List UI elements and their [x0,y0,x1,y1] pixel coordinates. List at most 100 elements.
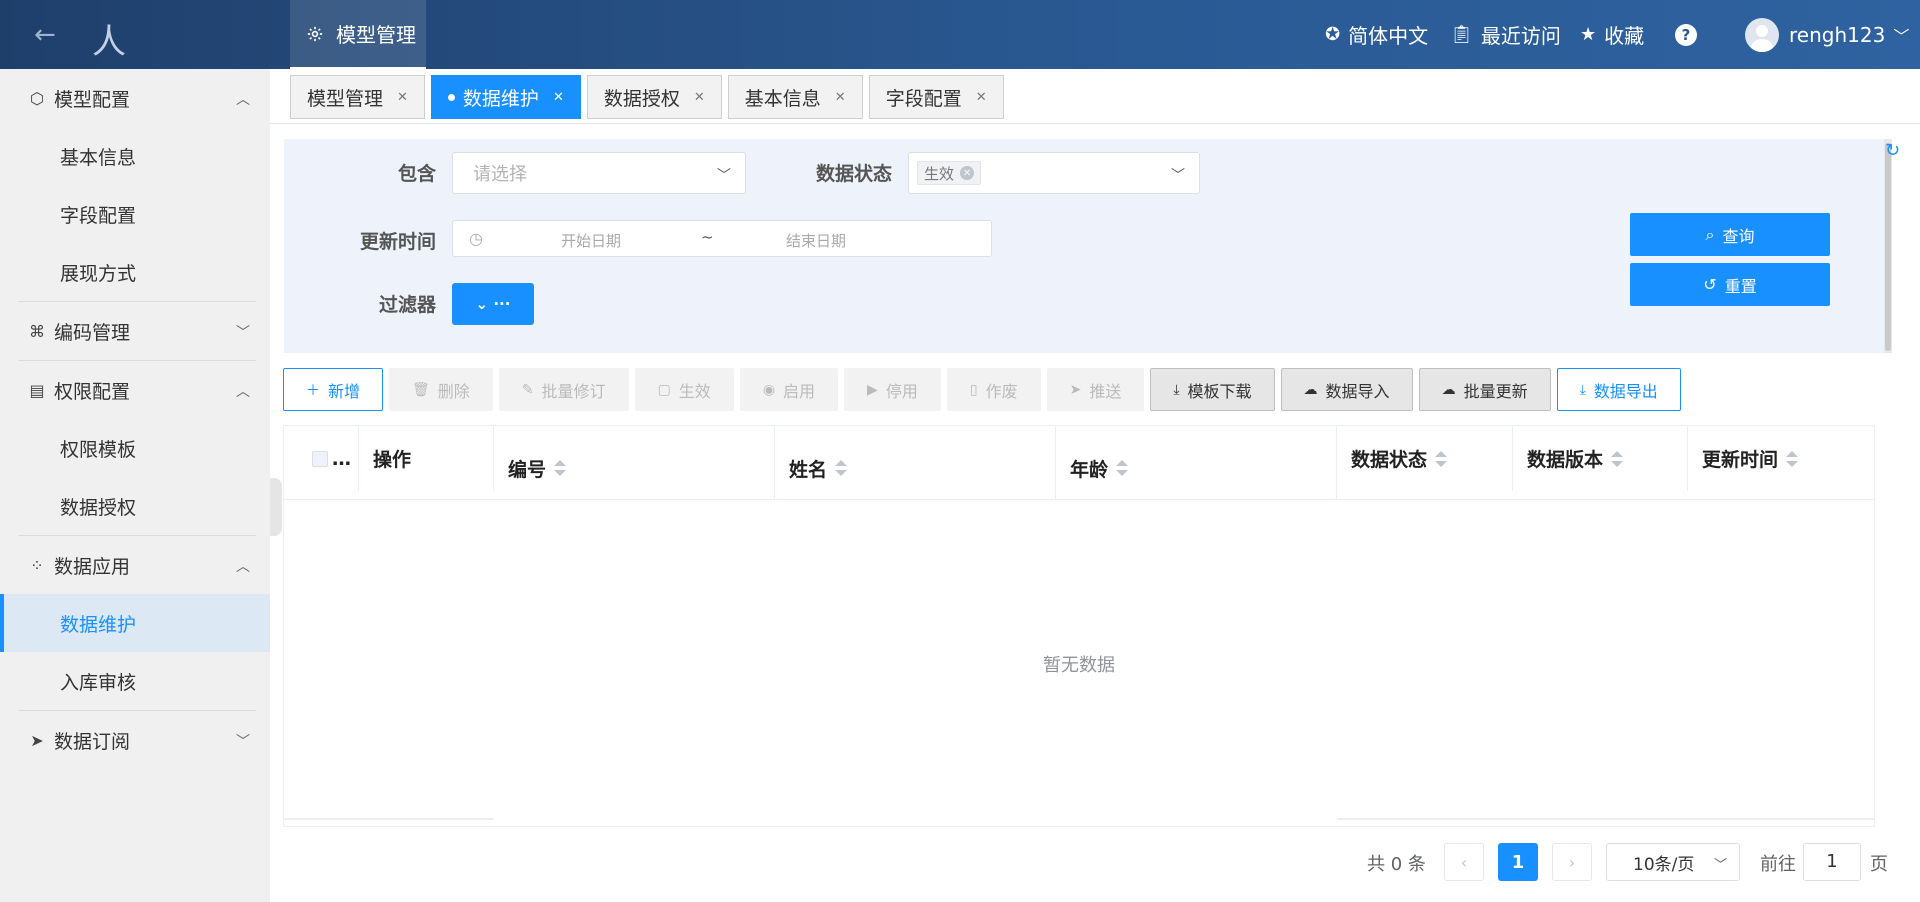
user-menu[interactable]: rengh123 ﹀ [1745,0,1909,69]
push-label: 推送 [1089,381,1122,401]
delete-button[interactable]: 🗑︎ 删除 [389,368,493,411]
chevron-right-icon[interactable]: › [1552,843,1592,881]
vertical-scrollbar[interactable] [1884,139,1892,353]
arrow-left-icon[interactable]: ← [34,20,64,50]
contain-select[interactable]: 请选择 ﹀ [452,152,746,194]
send-icon: ➤ [1069,381,1082,398]
table-header: … 操作 编号 姓名 年龄 数据状态 数据版本 更新时间 [284,426,1874,500]
template-download-button[interactable]: ⤓ 模板下载 [1150,368,1275,411]
horizontal-scrollbar[interactable] [1337,818,1874,820]
search-icon: ⌕ [1705,224,1715,244]
close-icon[interactable]: ✕ [694,90,705,105]
sort-icon[interactable] [835,458,848,478]
end-date-input[interactable]: 结束日期 [786,230,846,251]
chevron-down-icon: ﹀ [1713,858,1727,873]
sort-icon[interactable] [1786,449,1799,469]
push-button[interactable]: ➤ 推送 [1046,368,1145,411]
gear-icon [307,26,323,41]
sidebar-item-field-config[interactable]: 字段配置 [0,185,270,243]
column-header-update-time[interactable]: 更新时间 [1688,426,1874,491]
sidebar-collapse-handle[interactable] [270,478,282,536]
data-import-button[interactable]: ☁ 数据导入 [1280,368,1413,411]
reset-button[interactable]: ↺ 重置 [1630,263,1830,306]
contain-placeholder: 请选择 [473,164,527,185]
enable-label: 启用 [783,381,816,401]
sort-icon[interactable] [1611,449,1624,469]
action-toolbar: ＋ 新增 🗑︎ 删除 ✎ 批量修订 ▢ 生效 ◉ 启用 ▶ 停用 ▯ 作废 ➤ … [283,368,1681,411]
batch-revise-button[interactable]: ✎ 批量修订 [498,368,629,411]
document-check-icon: ▢ [657,381,671,398]
close-icon[interactable]: ✕ [960,166,975,180]
sidebar-group-data-application[interactable]: ⁘ 数据应用 ︿ [0,536,270,594]
add-button[interactable]: ＋ 新增 [283,368,384,411]
clipboard-icon: 📋︎ [1450,24,1473,45]
start-date-input[interactable]: 开始日期 [561,230,621,251]
sort-icon[interactable] [1116,458,1129,478]
column-header-id[interactable]: 编号 [494,426,775,500]
add-label: 新增 [328,381,361,401]
update-time-range-picker[interactable]: ◷ 开始日期 ~ 结束日期 [452,220,992,257]
sidebar-item-data-maintenance[interactable]: 数据维护 [0,594,270,652]
disable-button[interactable]: ▶ 停用 [844,368,941,411]
column-label: 操作 [373,449,412,471]
page-size-select[interactable]: 10条/页 ﹀ [1606,843,1740,881]
sidebar-item-basic-info[interactable]: 基本信息 [0,127,270,185]
download-icon: ⤓ [1579,381,1586,398]
favorites-label: 收藏 [1604,24,1645,48]
reset-label: 重置 [1724,276,1757,296]
sidebar-item-storage-review[interactable]: 入库审核 [0,652,270,710]
sort-icon[interactable] [554,458,567,478]
tab-field-config[interactable]: 字段配置 ✕ [868,75,1004,119]
tab-model-management[interactable]: 模型管理 ✕ [290,75,425,119]
module-tab-model-management[interactable]: 模型管理 [290,0,426,69]
document-icon: ▯ [969,381,978,398]
sidebar-group-label: 权限配置 [54,380,131,403]
favorites[interactable]: ★ 收藏 [1580,0,1644,69]
tab-basic-info[interactable]: 基本信息 ✕ [727,75,863,119]
edit-icon: ✎ [521,381,534,398]
sidebar-group-label: 编码管理 [54,321,131,344]
effective-button[interactable]: ▢ 生效 [634,368,734,411]
status-select[interactable]: 生效 ✕ ﹀ [908,152,1200,194]
select-all-checkbox[interactable] [312,450,328,467]
refresh-icon[interactable]: ↻ [1885,140,1900,161]
void-button[interactable]: ▯ 作废 [946,368,1041,411]
batch-update-button[interactable]: ☁ 批量更新 [1418,368,1551,411]
close-icon[interactable]: ✕ [553,90,564,105]
enable-button[interactable]: ◉ 启用 [739,368,839,411]
sort-icon[interactable] [1435,449,1448,469]
play-icon: ▶ [867,381,878,398]
close-icon[interactable]: ✕ [976,90,987,105]
status-tag-label: 生效 [924,164,955,183]
column-header-age[interactable]: 年龄 [1056,426,1337,500]
sidebar-item-permission-template[interactable]: 权限模板 [0,419,270,477]
goto-page-input[interactable]: 1 [1803,843,1861,881]
query-button[interactable]: ⌕ 查询 [1630,213,1830,256]
horizontal-scrollbar[interactable] [284,818,494,820]
close-icon[interactable]: ✕ [835,90,846,105]
language-switch[interactable]: ✪ 简体中文 [1325,0,1428,69]
tab-data-authorization[interactable]: 数据授权 ✕ [586,75,722,119]
logo[interactable]: 人 [92,14,126,63]
column-header-name[interactable]: 姓名 [775,426,1056,500]
sidebar-item-display-mode[interactable]: 展现方式 [0,243,270,301]
data-export-button[interactable]: ⤓ 数据导出 [1556,368,1681,411]
recent-visits[interactable]: 📋︎ 最近访问 [1450,0,1561,69]
column-header-data-version[interactable]: 数据版本 [1513,426,1688,491]
grid-icon: ⁘ [30,555,44,575]
pagination-page-1[interactable]: 1 [1498,843,1538,881]
filter-button[interactable]: ⌄ ··· [452,283,534,325]
column-header-data-status[interactable]: 数据状态 [1337,426,1513,491]
trash-icon: 🗑︎ [412,381,430,398]
sidebar-group-data-subscription[interactable]: ➤ 数据订阅 ﹀ [0,711,270,769]
sidebar-item-data-authorization[interactable]: 数据授权 [0,477,270,535]
help-button[interactable]: ? [1675,0,1697,69]
contain-label: 包含 [397,163,436,185]
avatar [1745,17,1779,52]
close-icon[interactable]: ✕ [397,90,408,105]
tab-data-maintenance[interactable]: 数据维护 ✕ [430,75,581,119]
sidebar-group-code-management[interactable]: ⌘ 编码管理 ﹀ [0,302,270,360]
chevron-left-icon[interactable]: ‹ [1444,843,1484,881]
sidebar-group-permission-config[interactable]: ▤ 权限配置 ︿ [0,361,270,419]
sidebar-group-model-config[interactable]: ⬡ 模型配置 ︿ [0,69,270,127]
